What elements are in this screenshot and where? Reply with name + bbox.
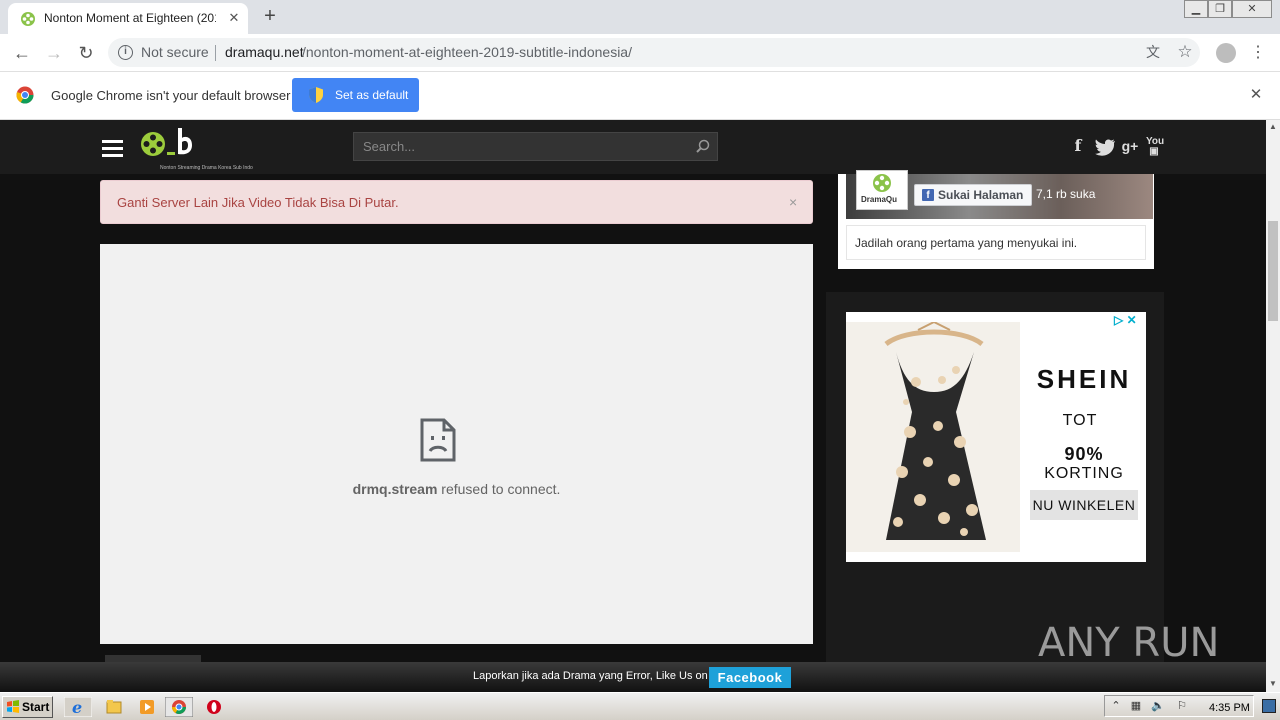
- site-search-input[interactable]: [354, 133, 684, 160]
- shein-advertisement[interactable]: ▷ ✕ SHEIN TOT 90% KORTING NU WINKELEN: [846, 312, 1146, 562]
- film-reel-favicon-icon: [21, 12, 35, 26]
- facebook-footer-text: Jadilah orang pertama yang menyukai ini.: [846, 225, 1146, 260]
- set-as-default-button[interactable]: Set as default: [292, 78, 419, 112]
- facebook-icon[interactable]: f: [1072, 137, 1084, 155]
- restore-button[interactable]: ❐: [1208, 0, 1232, 18]
- like-page-label: Sukai Halaman: [938, 188, 1024, 202]
- address-separator: [215, 45, 216, 61]
- volume-icon[interactable]: 🔈: [1151, 699, 1165, 713]
- start-button[interactable]: Start: [2, 696, 53, 718]
- set-as-default-label: Set as default: [335, 88, 409, 102]
- bookmark-star-icon[interactable]: ☆: [1176, 43, 1194, 61]
- chrome-taskbar-icon[interactable]: [165, 697, 193, 717]
- sad-page-icon: [420, 418, 456, 462]
- security-label[interactable]: Not secure: [141, 44, 209, 60]
- tab-close-icon[interactable]: ✕: [226, 10, 242, 26]
- scroll-down-arrow-icon[interactable]: ▼: [1266, 677, 1280, 691]
- reload-icon[interactable]: ↻: [75, 42, 97, 64]
- anyrun-text: ANY RUN: [1038, 620, 1219, 662]
- opera-icon[interactable]: [200, 697, 228, 717]
- menu-dots-icon[interactable]: ⋮: [1250, 42, 1266, 64]
- facebook-like-count: 7,1 rb suka: [1036, 187, 1096, 201]
- report-error-bar: Laporkan jika ada Drama yang Error, Like…: [0, 662, 1266, 692]
- twitter-icon[interactable]: [1095, 138, 1115, 156]
- logo-tagline: Nonton Streaming Drama Korea Sub Indo: [160, 165, 253, 171]
- server-tab[interactable]: [105, 655, 201, 662]
- infobar-close-icon[interactable]: ✕: [1248, 87, 1264, 103]
- server-alert: Ganti Server Lain Jika Video Tidak Bisa …: [100, 180, 813, 224]
- google-plus-icon[interactable]: g+: [1120, 137, 1140, 155]
- alert-message: Ganti Server Lain Jika Video Tidak Bisa …: [117, 195, 399, 210]
- scrollbar-thumb[interactable]: [1268, 221, 1278, 321]
- error-host: drmq.stream: [352, 481, 438, 497]
- minimize-button[interactable]: ▁: [1184, 0, 1208, 18]
- report-error-text: Laporkan jika ada Drama yang Error, Like…: [473, 670, 708, 682]
- site-header: Nonton Streaming Drama Korea Sub Indo f …: [0, 120, 1266, 174]
- ad-korting: KORTING: [1044, 465, 1124, 482]
- browser-tab-strip: Nonton Moment at Eighteen (2019) S ✕ + ▁…: [0, 0, 1280, 34]
- web-page: Nonton Streaming Drama Korea Sub Indo f …: [0, 120, 1266, 662]
- site-logo[interactable]: [140, 124, 210, 158]
- infobar-message: Google Chrome isn't your default browser: [51, 88, 291, 103]
- facebook-button[interactable]: Facebook: [709, 667, 791, 688]
- windows-taskbar: Start e ⌃ ▦ 🔈 ⚐ 4:35 PM: [0, 692, 1280, 720]
- dramaqu-page-logo[interactable]: DramaQu: [856, 170, 908, 210]
- error-text: refused to connect.: [437, 481, 561, 497]
- ad-cta-button[interactable]: NU WINKELEN: [1030, 490, 1138, 520]
- forward-icon[interactable]: →: [43, 42, 65, 64]
- ad-discount: 90% KORTING: [1022, 444, 1146, 483]
- network-flag-icon[interactable]: ⚐: [1175, 699, 1189, 713]
- tab-title: Nonton Moment at Eighteen (2019) S: [44, 11, 216, 25]
- scroll-up-arrow-icon[interactable]: ▲: [1266, 120, 1280, 134]
- new-tab-button[interactable]: +: [260, 6, 280, 26]
- hamburger-menu-icon[interactable]: [102, 140, 123, 158]
- internet-explorer-icon[interactable]: e: [64, 697, 92, 717]
- info-icon[interactable]: i: [118, 45, 133, 60]
- dress-product-image[interactable]: [846, 318, 1020, 552]
- film-reel-icon: [873, 174, 891, 192]
- svg-text:e: e: [72, 698, 82, 717]
- url-host[interactable]: dramaqu.net: [225, 44, 304, 60]
- windows-flag-icon: [7, 700, 19, 713]
- video-player-frame[interactable]: drmq.stream refused to connect.: [100, 244, 813, 644]
- action-center-icon[interactable]: ▦: [1129, 699, 1143, 713]
- show-desktop-button[interactable]: [1262, 699, 1276, 713]
- connection-error-message: drmq.stream refused to connect.: [100, 481, 813, 497]
- url-path[interactable]: /nonton-moment-at-eighteen-2019-subtitle…: [302, 44, 632, 60]
- search-icon[interactable]: [696, 139, 710, 153]
- back-icon[interactable]: ←: [11, 42, 33, 64]
- facebook-page-widget: DramaQu f Sukai Halaman 7,1 rb suka Jadi…: [838, 170, 1154, 269]
- dramaqu-logo-text: DramaQu: [861, 195, 898, 204]
- facebook-f-icon: f: [922, 189, 934, 201]
- page-scrollbar[interactable]: ▲ ▼: [1266, 120, 1280, 692]
- file-explorer-icon[interactable]: [100, 697, 128, 717]
- facebook-like-page-button[interactable]: f Sukai Halaman: [914, 184, 1032, 206]
- ad-tot: TOT: [1062, 412, 1098, 429]
- anyrun-watermark: ANY RUN: [1038, 620, 1219, 662]
- uac-shield-icon: [309, 87, 323, 103]
- translate-icon[interactable]: 文: [1144, 43, 1162, 61]
- tray-expand-icon[interactable]: ⌃: [1109, 699, 1123, 713]
- browser-toolbar: ← → ↻ i Not secure dramaqu.net /nonton-m…: [0, 34, 1280, 72]
- site-search-box: [353, 132, 718, 161]
- ad-brand: SHEIN: [1036, 364, 1132, 394]
- alert-close-button[interactable]: ×: [789, 194, 797, 210]
- youtube-icon[interactable]: You ▣: [1146, 137, 1164, 157]
- address-bar[interactable]: i Not secure dramaqu.net /nonton-moment-…: [108, 38, 1200, 67]
- media-player-icon[interactable]: [133, 697, 161, 717]
- start-label: Start: [22, 700, 50, 714]
- floral-dress-image: [884, 318, 986, 540]
- ad-percent: 90%: [1064, 444, 1104, 464]
- browser-tab[interactable]: Nonton Moment at Eighteen (2019) S ✕: [8, 3, 248, 34]
- ad-choices-icon[interactable]: ▷ ✕: [1114, 313, 1144, 327]
- close-window-button[interactable]: ✕: [1232, 0, 1272, 18]
- facebook-cover-image: DramaQu f Sukai Halaman 7,1 rb suka: [846, 170, 1153, 219]
- profile-avatar-icon[interactable]: [1216, 43, 1236, 63]
- taskbar-clock[interactable]: 4:35 PM: [1209, 702, 1250, 714]
- chrome-logo-icon: [16, 86, 34, 104]
